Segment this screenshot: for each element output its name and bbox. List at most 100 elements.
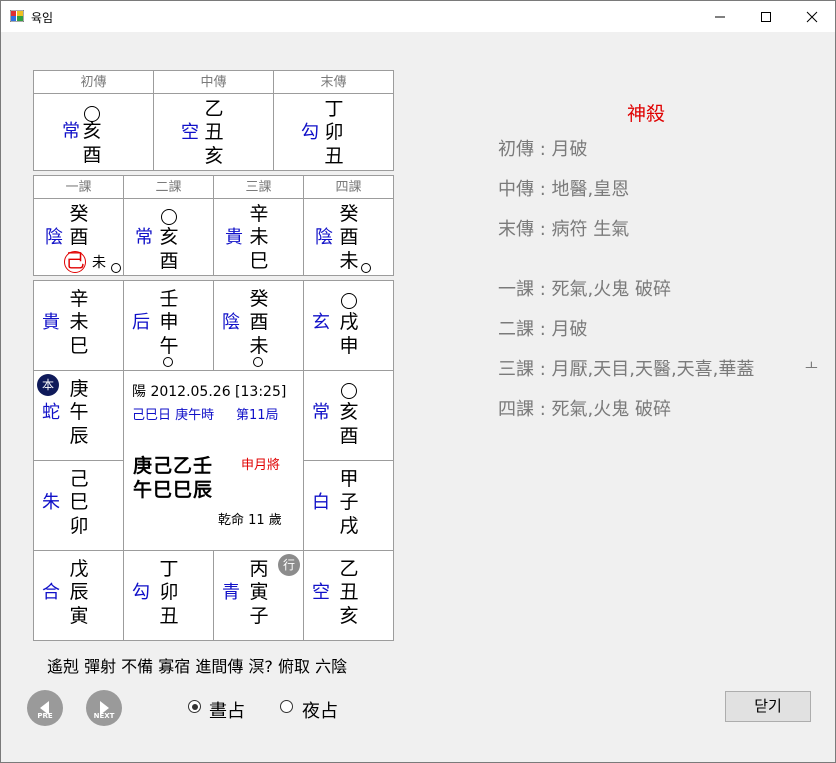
shensha-row: 二課 : 月破 xyxy=(498,319,588,340)
branch-char: 巳 xyxy=(69,491,89,513)
ke-cell: 癸 陰 酉 未 xyxy=(303,198,394,276)
god-label: 陰 xyxy=(315,227,333,248)
god-label: 常 xyxy=(312,402,330,423)
stem-char: 乙 xyxy=(204,98,224,120)
branch-char: 戌 xyxy=(339,311,359,333)
god-label: 后 xyxy=(132,312,150,333)
branch-char: 酉 xyxy=(339,226,359,248)
app-icon xyxy=(10,10,24,22)
stems-row: 庚己乙壬 xyxy=(133,455,214,477)
branch-char: 子 xyxy=(339,491,359,513)
branch-char: 亥 xyxy=(82,120,102,142)
chuan-cell: 丁 勾 卯 丑 xyxy=(273,93,394,171)
stem-char: 乙 xyxy=(339,558,359,580)
branch-char: 申 xyxy=(159,311,179,333)
small-circle-icon xyxy=(163,357,173,367)
god-label: 常 xyxy=(135,227,153,248)
shensha-row: 四課 : 死氣,火鬼 破碎 xyxy=(498,399,671,420)
god-label: 貴 xyxy=(225,227,243,248)
chuan-cell: 常 亥 酉 xyxy=(33,93,154,171)
stem-char: 丁 xyxy=(324,98,344,120)
branch-char: 己 xyxy=(65,250,85,272)
ke-cell: 辛 貴 未 巳 xyxy=(213,198,304,276)
next-button[interactable]: NEXT xyxy=(86,690,122,726)
stem-char: 己 xyxy=(69,468,89,490)
chuan-cell: 乙 空 丑 亥 xyxy=(153,93,274,171)
shensha-row: 一課 : 死氣,火鬼 破碎 xyxy=(498,279,671,300)
palace-cell: 壬 后 申 午 xyxy=(123,280,214,371)
god-label: 玄 xyxy=(312,312,330,333)
moving-badge: 行 xyxy=(278,554,300,576)
chuan-header: 中傳 xyxy=(153,70,274,94)
maximize-icon xyxy=(761,12,771,22)
god-label: 陰 xyxy=(222,312,240,333)
palace-cell: 丁 勾 卯 丑 xyxy=(123,550,214,641)
branch-char: 辰 xyxy=(69,425,89,447)
branch-char: 丑 xyxy=(324,145,344,167)
radio-day-label[interactable]: 晝占 xyxy=(209,697,245,723)
close-window-button[interactable] xyxy=(789,1,835,32)
branch-char: 亥 xyxy=(339,605,359,627)
branch-char: 酉 xyxy=(249,311,269,333)
empty-circle-icon xyxy=(341,383,357,399)
branch-char: 酉 xyxy=(82,144,102,166)
radio-day[interactable] xyxy=(188,700,201,713)
palace-cell: 本 庚 蛇 午 辰 xyxy=(33,370,124,461)
branch-char: 申 xyxy=(339,335,359,357)
ke-header: 一課 xyxy=(33,175,124,199)
branch-char: 午 xyxy=(159,335,179,357)
prev-button[interactable]: PRE xyxy=(27,690,63,726)
branch-char: 亥 xyxy=(159,226,179,248)
prev-arrow-icon xyxy=(40,701,49,715)
god-label: 合 xyxy=(42,582,60,603)
branch-char: 卯 xyxy=(324,121,344,143)
god-label: 蛇 xyxy=(42,402,60,423)
god-label: 貴 xyxy=(42,312,60,333)
stem-char: 丁 xyxy=(159,558,179,580)
empty-circle-icon xyxy=(161,209,177,225)
ke-cell: 常 亥 酉 xyxy=(123,198,214,276)
branches-row: 午巳巳辰 xyxy=(133,479,214,501)
palace-cell: 甲 白 子 戌 xyxy=(303,460,394,551)
overflow-mark: ㅗ xyxy=(805,359,818,375)
branch-char: 亥 xyxy=(339,401,359,423)
palace-cell: 癸 陰 酉 未 xyxy=(213,280,304,371)
branch-char: 卯 xyxy=(159,581,179,603)
radio-night-label[interactable]: 夜占 xyxy=(302,697,338,723)
palace-cell: 己 朱 巳 卯 xyxy=(33,460,124,551)
branch-char: 未 xyxy=(69,311,89,333)
branch-char: 寅 xyxy=(249,581,269,603)
stem-char: 丙 xyxy=(249,558,269,580)
palace-cell: 戊 合 辰 寅 xyxy=(33,550,124,641)
chuan-header: 末傳 xyxy=(273,70,394,94)
branch-char: 巳 xyxy=(69,335,89,357)
palace-cell: 辛 貴 未 巳 xyxy=(33,280,124,371)
shensha-row: 三課 : 月厭,天目,天醫,天喜,華蓋 xyxy=(498,359,755,380)
palace-cell: 乙 空 丑 亥 xyxy=(303,550,394,641)
stem-char: 辛 xyxy=(69,288,89,310)
maximize-button[interactable] xyxy=(743,1,789,32)
next-label: NEXT xyxy=(93,712,115,720)
god-label: 勾 xyxy=(132,582,150,603)
shensha-row: 末傳 : 病符 生氣 xyxy=(498,219,630,240)
minimize-icon xyxy=(715,16,725,18)
god-label: 常 xyxy=(62,121,80,142)
chuan-header: 初傳 xyxy=(33,70,154,94)
date-line: 陽 2012.05.26 [13:25] xyxy=(132,384,287,400)
close-button[interactable]: 닫기 xyxy=(725,691,811,722)
stem-char: 癸 xyxy=(339,203,359,225)
ju-number: 第11局 xyxy=(236,408,279,423)
stem-char: 庚 xyxy=(69,378,89,400)
minimize-button[interactable] xyxy=(697,1,743,32)
branch-char: 酉 xyxy=(339,425,359,447)
shensha-row: 初傳 : 月破 xyxy=(498,139,588,160)
radio-night[interactable] xyxy=(280,700,293,713)
branch-char: 未 xyxy=(249,226,269,248)
origin-badge: 本 xyxy=(37,374,59,396)
god-label: 白 xyxy=(312,492,330,513)
prev-label: PRE xyxy=(37,712,53,720)
stem-char: 甲 xyxy=(339,468,359,490)
god-label: 空 xyxy=(181,122,199,143)
branch-char: 酉 xyxy=(159,250,179,272)
branch-char: 亥 xyxy=(204,145,224,167)
